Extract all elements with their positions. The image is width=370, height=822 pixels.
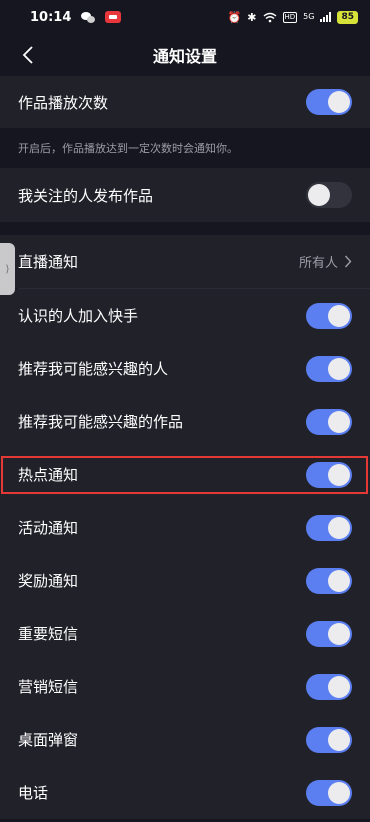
play-count-toggle[interactable] [306,89,352,115]
marketing-sms-toggle[interactable] [306,673,352,700]
toggle-knob [328,304,350,327]
setting-label: 活动通知 [18,519,79,537]
setting-label: 认识的人加入快手 [18,307,139,325]
chevron-left-icon [22,46,33,64]
status-bar: 10:14 ⏰ ✱ HD 5G 85 [0,0,370,34]
back-button[interactable] [16,42,40,68]
page-title: 通知设置 [152,47,217,66]
setting-label: 我关注的人发布作品 [18,186,154,205]
setting-label: 重要短信 [18,625,79,643]
setting-label: 推荐我可能感兴趣的人 [18,360,169,378]
desktop-popup-toggle[interactable] [306,726,352,753]
setting-label: 桌面弹窗 [18,731,79,749]
setting-label: 热点通知 [18,466,79,484]
battery-indicator: 85 [337,10,358,24]
toggle-knob [308,184,330,206]
setting-row-hot[interactable]: 热点通知 [0,448,370,501]
toggle-knob [328,463,350,486]
toggle-knob [328,410,350,433]
setting-row-acquaintance[interactable]: 认识的人加入快手 [0,289,370,342]
notification-app-icon [105,11,122,23]
network-label: 5G [303,12,315,21]
toggle-knob [328,675,350,698]
toggle-knob [328,91,350,113]
wifi-icon [263,12,276,22]
chevron-right-icon [344,255,352,268]
bluetooth-icon: ✱ [247,10,257,24]
toggle-knob [328,622,350,645]
setting-row-play-count[interactable]: 作品播放次数 [0,76,370,128]
setting-row-desktop-popup[interactable]: 桌面弹窗 [0,713,370,766]
play-count-description: 开启后，作品播放达到一定次数时会通知你。 [0,128,370,168]
setting-row-reward[interactable]: 奖励通知 [0,554,370,607]
setting-row-activity[interactable]: 活动通知 [0,501,370,554]
activity-toggle[interactable] [306,514,352,541]
important-sms-toggle[interactable] [306,620,352,647]
toggle-knob [328,728,350,751]
section-gap [0,222,370,235]
setting-label: 作品播放次数 [18,93,109,112]
toggle-knob [328,516,350,539]
phone-toggle[interactable] [306,779,352,806]
live-audience-value: 所有人 [299,252,352,271]
reward-toggle[interactable] [306,567,352,594]
setting-row-recommend-works[interactable]: 推荐我可能感兴趣的作品 [0,395,370,448]
wechat-icon [81,11,96,23]
setting-row-followed-publish[interactable]: 我关注的人发布作品 [0,168,370,222]
nav-bar: 通知设置 [0,34,370,76]
followed-publish-toggle[interactable] [306,182,352,208]
toggle-knob [328,781,350,804]
setting-label: 电话 [18,784,49,802]
toggle-knob [328,569,350,592]
recommend-people-toggle[interactable] [306,355,352,382]
setting-row-phone[interactable]: 电话 [0,766,370,819]
toggle-knob [328,357,350,380]
setting-label: 奖励通知 [18,572,79,590]
setting-label: 直播通知 [18,253,79,271]
setting-row-recommend-people[interactable]: 推荐我可能感兴趣的人 [0,342,370,395]
live-value-text: 所有人 [298,256,338,271]
setting-label: 营销短信 [18,678,79,696]
side-drawer-handle[interactable]: ⟩ [0,243,15,295]
double-chevron-icon: ⟩ [5,263,10,275]
hd-badge: HD [282,11,298,23]
setting-row-marketing-sms[interactable]: 营销短信 [0,660,370,713]
hot-toggle[interactable] [306,461,352,488]
recommend-works-toggle[interactable] [306,408,352,435]
setting-label: 推荐我可能感兴趣的作品 [18,413,184,431]
alarm-icon: ⏰ [227,10,242,24]
acquaintance-toggle[interactable] [306,302,352,329]
signal-icon [320,12,332,22]
setting-row-important-sms[interactable]: 重要短信 [0,607,370,660]
status-time: 10:14 [30,9,72,25]
setting-row-live[interactable]: 直播通知 所有人 [0,235,370,288]
